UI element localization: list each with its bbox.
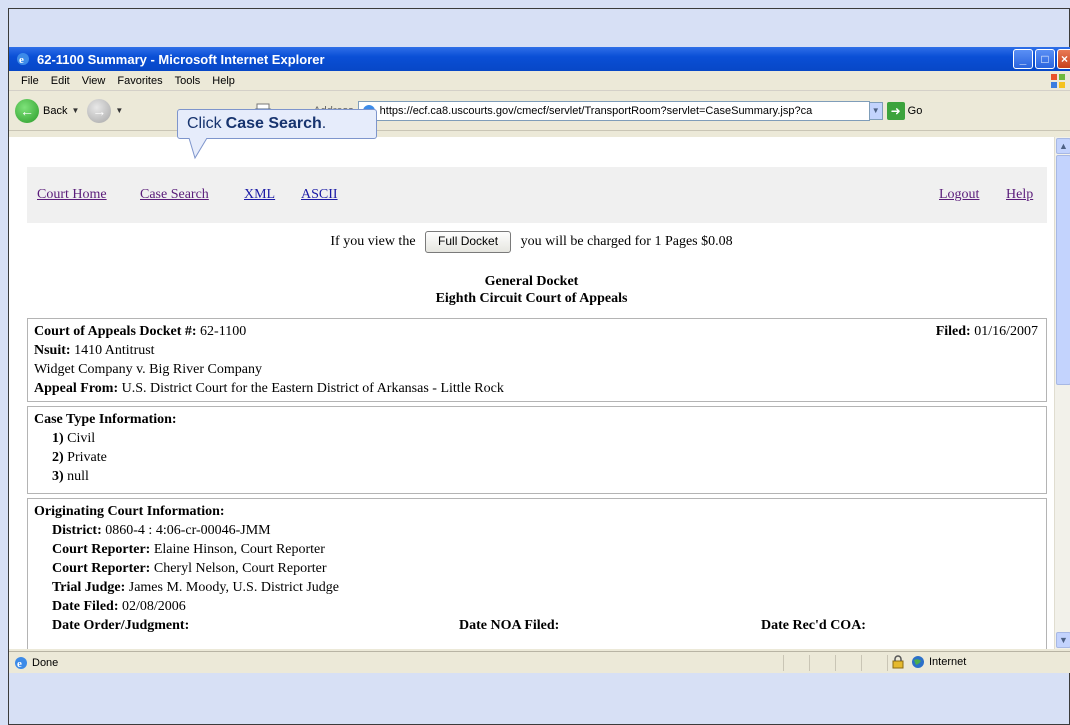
ie-icon: e bbox=[17, 53, 29, 66]
docket-label: Court of Appeals Docket #: bbox=[34, 324, 197, 339]
docket-value: 62-1100 bbox=[196, 324, 247, 339]
reporter-label: Court Reporter: bbox=[52, 561, 151, 576]
nsuit-label: Nsuit: bbox=[34, 343, 71, 358]
charge-prefix: If you view the bbox=[330, 234, 416, 250]
parties: Widget Company v. Big River Company bbox=[34, 362, 262, 377]
address-url: https://ecf.ca8.uscourts.gov/cmecf/servl… bbox=[379, 104, 813, 117]
case-type-num: 3) bbox=[52, 469, 64, 484]
district-value: 0860-4 : 4:06-cr-00046-JMM bbox=[101, 523, 271, 538]
page-done-icon: e bbox=[15, 656, 27, 670]
menu-favorites[interactable]: Favorites bbox=[117, 75, 162, 87]
date-filed-value: 02/08/2006 bbox=[118, 599, 186, 614]
menu-help[interactable]: Help bbox=[212, 75, 235, 87]
court-home-link[interactable]: Court Home bbox=[37, 187, 107, 203]
address-dropdown-icon[interactable]: ▼ bbox=[868, 101, 883, 120]
windows-logo-icon bbox=[1051, 74, 1065, 88]
menu-edit[interactable]: Edit bbox=[51, 75, 70, 87]
forward-button[interactable]: → bbox=[87, 98, 112, 123]
callout-prefix: Click bbox=[187, 115, 222, 132]
noa-label: Date NOA Filed: bbox=[459, 618, 560, 633]
case-info-box: Court of Appeals Docket #: 62-1100 Filed… bbox=[27, 318, 1047, 402]
case-type-text: Private bbox=[63, 450, 107, 465]
back-button[interactable]: ← Back ▼ bbox=[15, 98, 79, 123]
nsuit-value: 1410 Antitrust bbox=[70, 343, 155, 358]
appeal-label: Appeal From: bbox=[34, 381, 119, 396]
page-content: Court Home Case Search XML ASCII Logout … bbox=[9, 137, 1054, 649]
filed-value: 01/16/2007 bbox=[970, 324, 1038, 339]
callout-bold: Case Search bbox=[225, 115, 322, 132]
help-link[interactable]: Help bbox=[1006, 187, 1033, 203]
forward-dropdown-icon[interactable]: ▼ bbox=[115, 106, 123, 115]
close-button[interactable]: × bbox=[1057, 49, 1070, 69]
zone-text: Internet bbox=[929, 656, 967, 668]
maximize-button[interactable]: □ bbox=[1035, 49, 1055, 69]
scroll-thumb[interactable] bbox=[1056, 155, 1070, 385]
case-type-heading: Case Type Information: bbox=[34, 412, 177, 427]
case-type-num: 1) bbox=[52, 431, 64, 446]
case-type-box: Case Type Information: 1) Civil 2) Priva… bbox=[27, 406, 1047, 494]
window-title: 62-1100 Summary - Microsoft Internet Exp… bbox=[37, 51, 325, 67]
charge-notice: If you view the Full Docket you will be … bbox=[9, 231, 1054, 253]
back-label: Back bbox=[43, 104, 68, 117]
title-bar: e 62-1100 Summary - Microsoft Internet E… bbox=[9, 47, 1070, 71]
ascii-link[interactable]: ASCII bbox=[301, 187, 338, 203]
docket-header: General Docket Eighth Circuit Court of A… bbox=[9, 273, 1054, 307]
vertical-scrollbar[interactable]: ▲ ▼ bbox=[1054, 137, 1070, 649]
menu-file[interactable]: File bbox=[21, 75, 39, 87]
charge-suffix: you will be charged for 1 Pages $0.08 bbox=[520, 234, 733, 250]
logout-link[interactable]: Logout bbox=[939, 187, 979, 203]
address-bar[interactable]: e https://ecf.ca8.uscourts.gov/cmecf/ser… bbox=[357, 100, 870, 121]
case-search-link[interactable]: Case Search bbox=[140, 187, 209, 203]
case-type-text: Civil bbox=[63, 431, 96, 446]
menu-tools[interactable]: Tools bbox=[175, 75, 201, 87]
header-line1: General Docket bbox=[484, 274, 579, 289]
callout-suffix: . bbox=[321, 115, 327, 132]
order-label: Date Order/Judgment: bbox=[52, 618, 190, 633]
header-line2: Eighth Circuit Court of Appeals bbox=[435, 291, 628, 306]
originating-court-box: Originating Court Information: District:… bbox=[27, 498, 1047, 649]
appeal-value: U.S. District Court for the Eastern Dist… bbox=[118, 381, 504, 396]
reporter-label: Court Reporter: bbox=[52, 542, 151, 557]
slide-frame: e 62-1100 Summary - Microsoft Internet E… bbox=[8, 8, 1070, 725]
scroll-down-icon[interactable]: ▼ bbox=[1056, 632, 1070, 648]
reporter-value: Cheryl Nelson, Court Reporter bbox=[150, 561, 327, 576]
status-bar: e Done Internet bbox=[9, 651, 1070, 673]
instruction-callout: Click Case Search. bbox=[177, 109, 377, 139]
judge-label: Trial Judge: bbox=[52, 580, 126, 595]
svg-text:e: e bbox=[17, 658, 22, 670]
case-type-num: 2) bbox=[52, 450, 64, 465]
scroll-up-icon[interactable]: ▲ bbox=[1056, 138, 1070, 154]
originating-heading: Originating Court Information: bbox=[34, 504, 225, 519]
date-filed-label: Date Filed: bbox=[52, 599, 119, 614]
full-docket-button[interactable]: Full Docket bbox=[425, 231, 512, 253]
back-dropdown-icon[interactable]: ▼ bbox=[71, 106, 79, 115]
judge-value: James M. Moody, U.S. District Judge bbox=[125, 580, 340, 595]
xml-link[interactable]: XML bbox=[244, 187, 275, 203]
go-arrow-icon: ➜ bbox=[886, 101, 905, 120]
toolbar: ← Back ▼ → ▼ Address e https://ecf.ca8.u… bbox=[9, 91, 1070, 131]
reporter-value: Elaine Hinson, Court Reporter bbox=[150, 542, 325, 557]
status-text: Done bbox=[32, 656, 59, 669]
svg-text:e: e bbox=[19, 54, 24, 66]
menu-view[interactable]: View bbox=[82, 75, 106, 87]
lock-icon bbox=[892, 655, 904, 669]
minimize-button[interactable]: _ bbox=[1013, 49, 1033, 69]
court-nav: Court Home Case Search XML ASCII Logout … bbox=[27, 167, 1047, 223]
case-type-text: null bbox=[63, 469, 89, 484]
globe-icon bbox=[912, 656, 924, 668]
coa-label: Date Rec'd COA: bbox=[761, 618, 866, 633]
filed-label: Filed: bbox=[935, 324, 971, 339]
menu-bar: File Edit View Favorites Tools Help bbox=[9, 71, 1070, 91]
browser-window: e 62-1100 Summary - Microsoft Internet E… bbox=[9, 47, 1070, 673]
go-button[interactable]: ➜ Go bbox=[886, 101, 923, 120]
back-arrow-icon: ← bbox=[15, 98, 39, 123]
district-label: District: bbox=[52, 523, 102, 538]
go-label: Go bbox=[907, 104, 923, 117]
callout-tail bbox=[188, 138, 208, 160]
